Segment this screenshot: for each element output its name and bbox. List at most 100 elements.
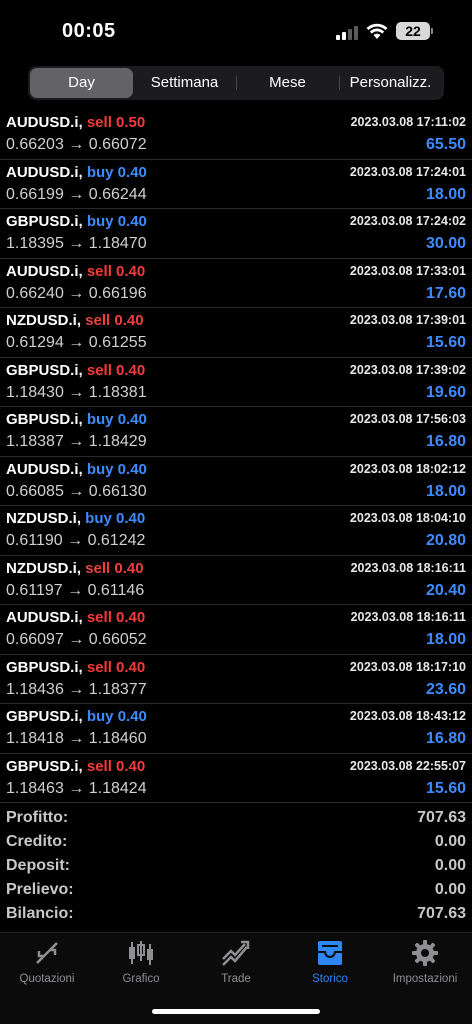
summary-label: Deposit: <box>6 857 70 874</box>
deal-side-volume: buy 0.40 <box>86 411 147 428</box>
account-summary: Profitto: 707.63 Credito: 0.00 Deposit: 0.00 P… <box>0 806 472 926</box>
trade-icon <box>222 940 250 966</box>
tab-custom[interactable]: Personalizz. <box>339 68 442 98</box>
deal-side-volume: buy 0.40 <box>86 460 147 478</box>
symbol-name: AUDUSD.i, <box>6 609 83 626</box>
deal-row[interactable]: GBPUSD.i, sell 0.40 2023.03.08 22:55:07 1.… <box>0 754 472 803</box>
arrow-right-icon: → <box>68 235 85 252</box>
deal-prices: 1.18387 → 1.18429 <box>6 433 147 451</box>
deal-side-volume: sell 0.50 <box>86 114 146 131</box>
deal-row[interactable]: GBPUSD.i, buy 0.40 2023.03.08 17:24:02 1.1… <box>0 209 472 259</box>
deal-row[interactable]: GBPUSD.i, buy 0.40 2023.03.08 17:56:03 1.1… <box>0 407 472 457</box>
deal-prices: 1.18430 → 1.18381 <box>6 384 147 402</box>
deal-time: 2023.03.08 17:33:01 <box>349 263 466 278</box>
deal-time: 2023.03.08 17:24:01 <box>349 164 466 179</box>
tab-quotes[interactable]: Quotazioni <box>0 937 94 997</box>
deal-symbol: GBPUSD.i, sell 0.40 <box>6 659 145 676</box>
deal-prices: 0.66199 → 0.66244 <box>6 186 147 204</box>
deal-time: 2023.03.08 18:17:10 <box>349 659 466 674</box>
deal-time: 2023.03.08 18:43:12 <box>349 709 466 723</box>
history-icon <box>318 941 342 965</box>
deal-prices: 0.66240 → 0.66196 <box>6 285 147 303</box>
arrow-right-icon: → <box>68 730 85 747</box>
summary-row: Bilancio: 707.63 <box>0 902 472 926</box>
tab-chart[interactable]: Grafico <box>94 937 188 997</box>
open-price: 1.18418 <box>6 730 64 747</box>
summary-label: Credito: <box>6 833 68 850</box>
open-price: 0.66097 <box>6 631 64 648</box>
deal-side-volume: sell 0.40 <box>86 361 146 379</box>
deal-row[interactable]: AUDUSD.i, sell 0.40 2023.03.08 17:33:01 0.… <box>0 259 472 308</box>
summary-label: Profitto: <box>6 809 69 826</box>
summary-label: Bilancio: <box>6 905 74 922</box>
summary-value: 0.00 <box>434 857 466 874</box>
open-price: 0.66240 <box>6 284 64 302</box>
deal-profit: 15.60 <box>425 779 466 797</box>
deal-row[interactable]: AUDUSD.i, sell 0.50 2023.03.08 17:11:02 0.… <box>0 110 472 160</box>
deal-row[interactable]: AUDUSD.i, buy 0.40 2023.03.08 17:24:01 0.6… <box>0 160 472 209</box>
deal-profit: 18.00 <box>425 185 466 203</box>
deal-side-volume: sell 0.40 <box>86 262 146 280</box>
deal-side-volume: buy 0.40 <box>86 213 147 230</box>
deal-row[interactable]: GBPUSD.i, sell 0.40 2023.03.08 17:39:02 1.… <box>0 358 472 407</box>
home-indicator[interactable] <box>152 1009 320 1014</box>
close-price: 0.61146 <box>87 581 145 599</box>
summary-row: Profitto: 707.63 <box>0 806 472 830</box>
tab-day[interactable]: Day <box>30 68 133 98</box>
open-price: 0.66203 <box>6 136 64 153</box>
close-price: 0.66130 <box>88 482 147 500</box>
close-price: 1.18429 <box>88 433 147 450</box>
tab-week[interactable]: Settimana <box>133 68 236 98</box>
deal-prices: 0.61190 → 0.61242 <box>6 532 145 550</box>
arrow-right-icon: → <box>68 779 85 797</box>
summary-row: Credito: 0.00 <box>0 830 472 854</box>
open-price: 0.61190 <box>6 532 63 549</box>
deal-prices: 1.18436 → 1.18377 <box>6 681 147 699</box>
deal-time: 2023.03.08 18:02:12 <box>349 461 466 476</box>
deal-prices: 1.18463 → 1.18424 <box>6 780 147 798</box>
tab-month[interactable]: Mese <box>236 68 339 98</box>
deal-row[interactable]: AUDUSD.i, buy 0.40 2023.03.08 18:02:12 0.6… <box>0 457 472 506</box>
deal-row[interactable]: GBPUSD.i, buy 0.40 2023.03.08 18:43:12 1.1… <box>0 704 472 754</box>
deal-symbol: AUDUSD.i, sell 0.50 <box>6 114 145 131</box>
symbol-name: GBPUSD.i, <box>6 411 83 428</box>
symbol-name: GBPUSD.i, <box>6 658 83 676</box>
deal-symbol: NZDUSD.i, sell 0.40 <box>6 312 144 329</box>
deal-prices: 0.66085 → 0.66130 <box>6 483 147 501</box>
close-price: 0.66072 <box>88 136 147 153</box>
deal-side-volume: sell 0.40 <box>86 609 146 626</box>
close-price: 1.18470 <box>88 235 147 252</box>
tab-settings[interactable]: Impostazioni <box>378 937 472 997</box>
close-price: 0.66052 <box>88 631 147 648</box>
deal-profit: 20.80 <box>425 532 466 549</box>
arrow-right-icon: → <box>68 136 85 153</box>
summary-value: 0.00 <box>434 881 466 898</box>
open-price: 0.61294 <box>6 334 64 351</box>
deal-symbol: AUDUSD.i, sell 0.40 <box>6 609 145 626</box>
tab-trade[interactable]: Trade <box>189 937 283 997</box>
deal-row[interactable]: AUDUSD.i, sell 0.40 2023.03.08 18:16:11 0.… <box>0 605 472 655</box>
summary-value: 707.63 <box>417 905 466 922</box>
arrow-right-icon: → <box>68 284 85 302</box>
deal-row[interactable]: NZDUSD.i, buy 0.40 2023.03.08 18:04:10 0.6… <box>0 506 472 556</box>
deal-profit: 30.00 <box>425 235 466 252</box>
deal-symbol: AUDUSD.i, sell 0.40 <box>6 263 145 280</box>
deal-side-volume: buy 0.40 <box>86 163 147 181</box>
tab-settings-label: Impostazioni <box>392 973 458 985</box>
arrow-right-icon: → <box>68 631 85 648</box>
deal-row[interactable]: NZDUSD.i, sell 0.40 2023.03.08 17:39:01 0.… <box>0 308 472 358</box>
quotes-icon <box>36 942 58 964</box>
symbol-name: AUDUSD.i, <box>6 163 83 181</box>
tab-quotes-label: Quotazioni <box>19 973 75 985</box>
wifi-icon <box>366 23 388 39</box>
symbol-name: AUDUSD.i, <box>6 114 83 131</box>
arrow-right-icon: → <box>67 532 84 549</box>
deal-side-volume: sell 0.40 <box>85 559 144 577</box>
symbol-name: NZDUSD.i, <box>6 312 81 329</box>
deal-profit: 16.80 <box>425 730 466 747</box>
deal-row[interactable]: NZDUSD.i, sell 0.40 2023.03.08 18:16:11 0.… <box>0 556 472 605</box>
deal-row[interactable]: GBPUSD.i, sell 0.40 2023.03.08 18:17:10 1.… <box>0 655 472 704</box>
tab-history[interactable]: Storico <box>283 937 377 997</box>
deal-prices: 1.18395 → 1.18470 <box>6 235 147 253</box>
symbol-name: AUDUSD.i, <box>6 262 83 280</box>
